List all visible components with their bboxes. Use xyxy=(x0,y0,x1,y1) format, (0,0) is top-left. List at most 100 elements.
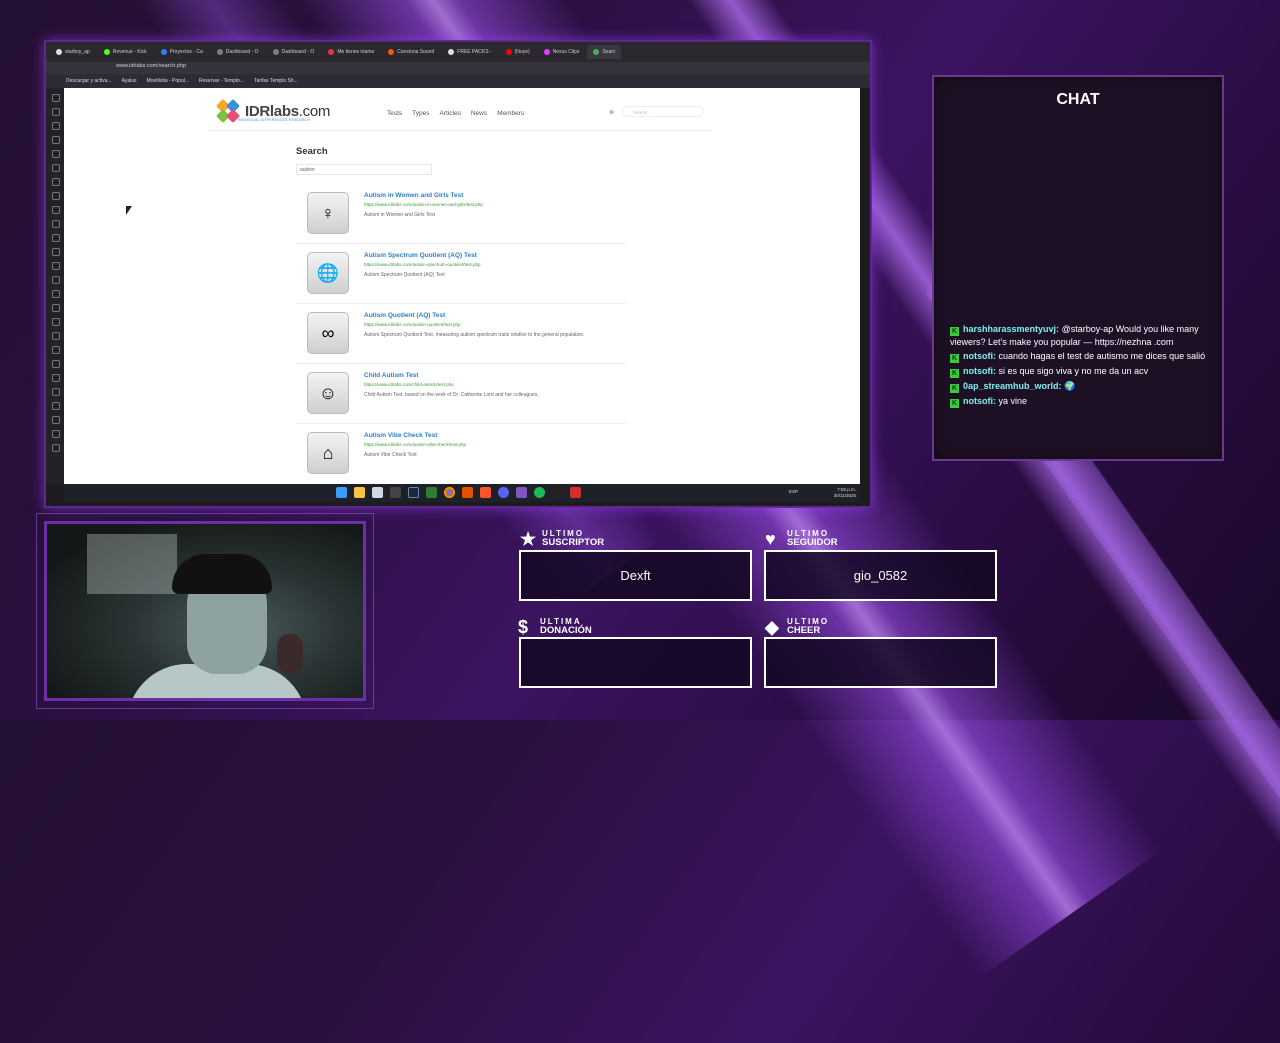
discord-icon[interactable] xyxy=(498,487,509,498)
address-bar[interactable]: www.idrlabs.com/search.php xyxy=(46,62,870,74)
browser-tab[interactable]: starboy_ap xyxy=(50,45,96,59)
brave-icon[interactable] xyxy=(480,487,491,498)
theme-toggle-icon[interactable]: ☀ xyxy=(608,108,615,117)
sidebar-app-icon[interactable] xyxy=(52,318,60,326)
nav-types[interactable]: Types xyxy=(412,110,429,117)
search-query-input[interactable]: autism xyxy=(296,164,432,175)
browser-tab[interactable]: Dashboard - O xyxy=(267,45,321,59)
bookmark-item[interactable]: Reservar - Templo... xyxy=(199,78,244,84)
chat-message: Knotsofi: ya vine xyxy=(950,396,1028,408)
sidebar-app-icon[interactable] xyxy=(52,178,60,186)
browser-tab[interactable]: FREE PACKS - xyxy=(442,45,497,59)
chat-panel: CHAT Kharshharassmentyuvj: @starboy-ap W… xyxy=(932,75,1224,461)
test-thumbnail-icon[interactable]: ♀ xyxy=(307,192,349,234)
latest-follower-box: gio_0582 xyxy=(764,550,997,601)
sidebar-app-icon[interactable] xyxy=(52,304,60,312)
site-search-input[interactable]: Search... xyxy=(622,106,704,117)
logo-subtitle: INDIVIDUAL DIFFERENCES RESEARCH xyxy=(238,118,310,122)
search-result[interactable]: 🌐 Autism Spectrum Quotient (AQ) Test https… xyxy=(307,252,627,308)
browser-tab[interactable]: (Nuye) xyxy=(500,45,536,59)
sidebar-app-icon[interactable] xyxy=(52,374,60,382)
nav-articles[interactable]: Articles xyxy=(440,110,461,117)
sidebar-app-icon[interactable] xyxy=(52,416,60,424)
browser-tab[interactable]: Canciona Sound xyxy=(382,45,440,59)
test-thumbnail-icon[interactable]: ∞ xyxy=(307,312,349,354)
url-text[interactable]: www.idrlabs.com/search.php xyxy=(116,63,186,69)
search-result[interactable]: ☺ Child Autism Test https://www.idrlabs.co… xyxy=(307,372,627,428)
chat-username[interactable]: 0ap_streamhub_world xyxy=(963,381,1059,391)
result-url[interactable]: https://www.idrlabs.com/autism-quotient/… xyxy=(364,322,461,327)
steam-icon[interactable] xyxy=(408,487,419,498)
browser-tab[interactable]: Dashboard - O xyxy=(211,45,265,59)
sidebar-app-icon[interactable] xyxy=(52,360,60,368)
windows-start-icon[interactable] xyxy=(336,487,347,498)
sidebar-app-icon[interactable] xyxy=(52,444,60,452)
sidebar-app-icon[interactable] xyxy=(52,248,60,256)
browser-tab[interactable]: Me tienes mamo xyxy=(322,45,380,59)
sidebar-app-icon[interactable] xyxy=(52,192,60,200)
sidebar-app-icon[interactable] xyxy=(52,290,60,298)
sidebar-app-icon[interactable] xyxy=(52,108,60,116)
sidebar-app-icon[interactable] xyxy=(52,136,60,144)
browser-tab[interactable]: Nexus Clips xyxy=(538,45,586,59)
chat-title: CHAT xyxy=(1056,91,1100,108)
store-icon[interactable] xyxy=(372,487,383,498)
language-indicator[interactable]: ESP xyxy=(789,489,798,494)
sidebar-app-icon[interactable] xyxy=(52,94,60,102)
browser-tab[interactable]: Proyectos - Ca xyxy=(155,45,209,59)
sidebar-app-icon[interactable] xyxy=(52,234,60,242)
chat-username[interactable]: notsofi xyxy=(963,396,993,406)
sidebar-app-icon[interactable] xyxy=(52,430,60,438)
result-url[interactable]: https://www.idrlabs.com/autism-in-women-… xyxy=(364,202,483,207)
chat-username[interactable]: notsofi xyxy=(963,366,993,376)
browser-tab[interactable]: Revenue - Kick xyxy=(98,45,153,59)
app-icon[interactable] xyxy=(426,487,437,498)
search-result[interactable]: ♀ Autism in Women and Girls Test https://w… xyxy=(307,192,627,248)
bookmark-item[interactable]: Tarifas Templo Sh... xyxy=(254,78,298,84)
test-thumbnail-icon[interactable]: ⌂ xyxy=(307,432,349,474)
test-thumbnail-icon[interactable]: 🌐 xyxy=(307,252,349,294)
latest-cheer-box xyxy=(764,637,997,688)
bookmark-item[interactable]: Ayalus xyxy=(122,78,137,84)
tab-favicon-icon xyxy=(272,49,279,55)
sidebar-app-icon[interactable] xyxy=(52,346,60,354)
app-icon[interactable] xyxy=(570,487,581,498)
clock[interactable]: 7:55 p.m. 30/11/2025 xyxy=(834,487,856,499)
app-icon[interactable] xyxy=(390,487,401,498)
test-thumbnail-icon[interactable]: ☺ xyxy=(307,372,349,414)
sidebar-app-icon[interactable] xyxy=(52,262,60,270)
sidebar-app-icon[interactable] xyxy=(52,332,60,340)
result-url[interactable]: https://www.idrlabs.com/child-autism/tes… xyxy=(364,382,454,387)
result-url[interactable]: https://www.idrlabs.com/autism-vibe-chec… xyxy=(364,442,466,447)
result-url[interactable]: https://www.idrlabs.com/autism-spectrum-… xyxy=(364,262,481,267)
result-title[interactable]: Child Autism Test xyxy=(364,372,419,379)
nav-tests[interactable]: Tests xyxy=(387,110,402,117)
chat-username[interactable]: harshharassmentyuvj xyxy=(963,324,1056,334)
chat-username[interactable]: notsofi xyxy=(963,351,993,361)
nav-members[interactable]: Members xyxy=(497,110,524,117)
result-title[interactable]: Autism in Women and Girls Test xyxy=(364,192,463,199)
browser-tab[interactable]: Searc xyxy=(587,45,622,59)
chrome-icon[interactable] xyxy=(444,487,455,498)
search-result[interactable]: ⌂ Autism Vibe Check Test https://www.idrla… xyxy=(307,432,627,484)
sidebar-app-icon[interactable] xyxy=(52,388,60,396)
spotify-icon[interactable] xyxy=(534,487,545,498)
result-title[interactable]: Autism Spectrum Quotient (AQ) Test xyxy=(364,252,477,259)
sidebar-app-icon[interactable] xyxy=(52,122,60,130)
sidebar-app-icon[interactable] xyxy=(52,150,60,158)
sidebar-app-icon[interactable] xyxy=(52,206,60,214)
bookmark-item[interactable]: Moetlistia - Popul... xyxy=(147,78,190,84)
app-icon[interactable] xyxy=(516,487,527,498)
app-icon[interactable] xyxy=(552,487,563,498)
file-explorer-icon[interactable] xyxy=(354,487,365,498)
nav-news[interactable]: News xyxy=(471,110,487,117)
result-title[interactable]: Autism Vibe Check Test xyxy=(364,432,437,439)
sidebar-app-icon[interactable] xyxy=(52,220,60,228)
result-title[interactable]: Autism Quotient (AQ) Test xyxy=(364,312,445,319)
bookmark-item[interactable]: Descargar y activa... xyxy=(66,78,112,84)
sidebar-app-icon[interactable] xyxy=(52,164,60,172)
sidebar-app-icon[interactable] xyxy=(52,402,60,410)
app-icon[interactable] xyxy=(462,487,473,498)
sidebar-app-icon[interactable] xyxy=(52,276,60,284)
search-result[interactable]: ∞ Autism Quotient (AQ) Test https://www.id… xyxy=(307,312,627,368)
